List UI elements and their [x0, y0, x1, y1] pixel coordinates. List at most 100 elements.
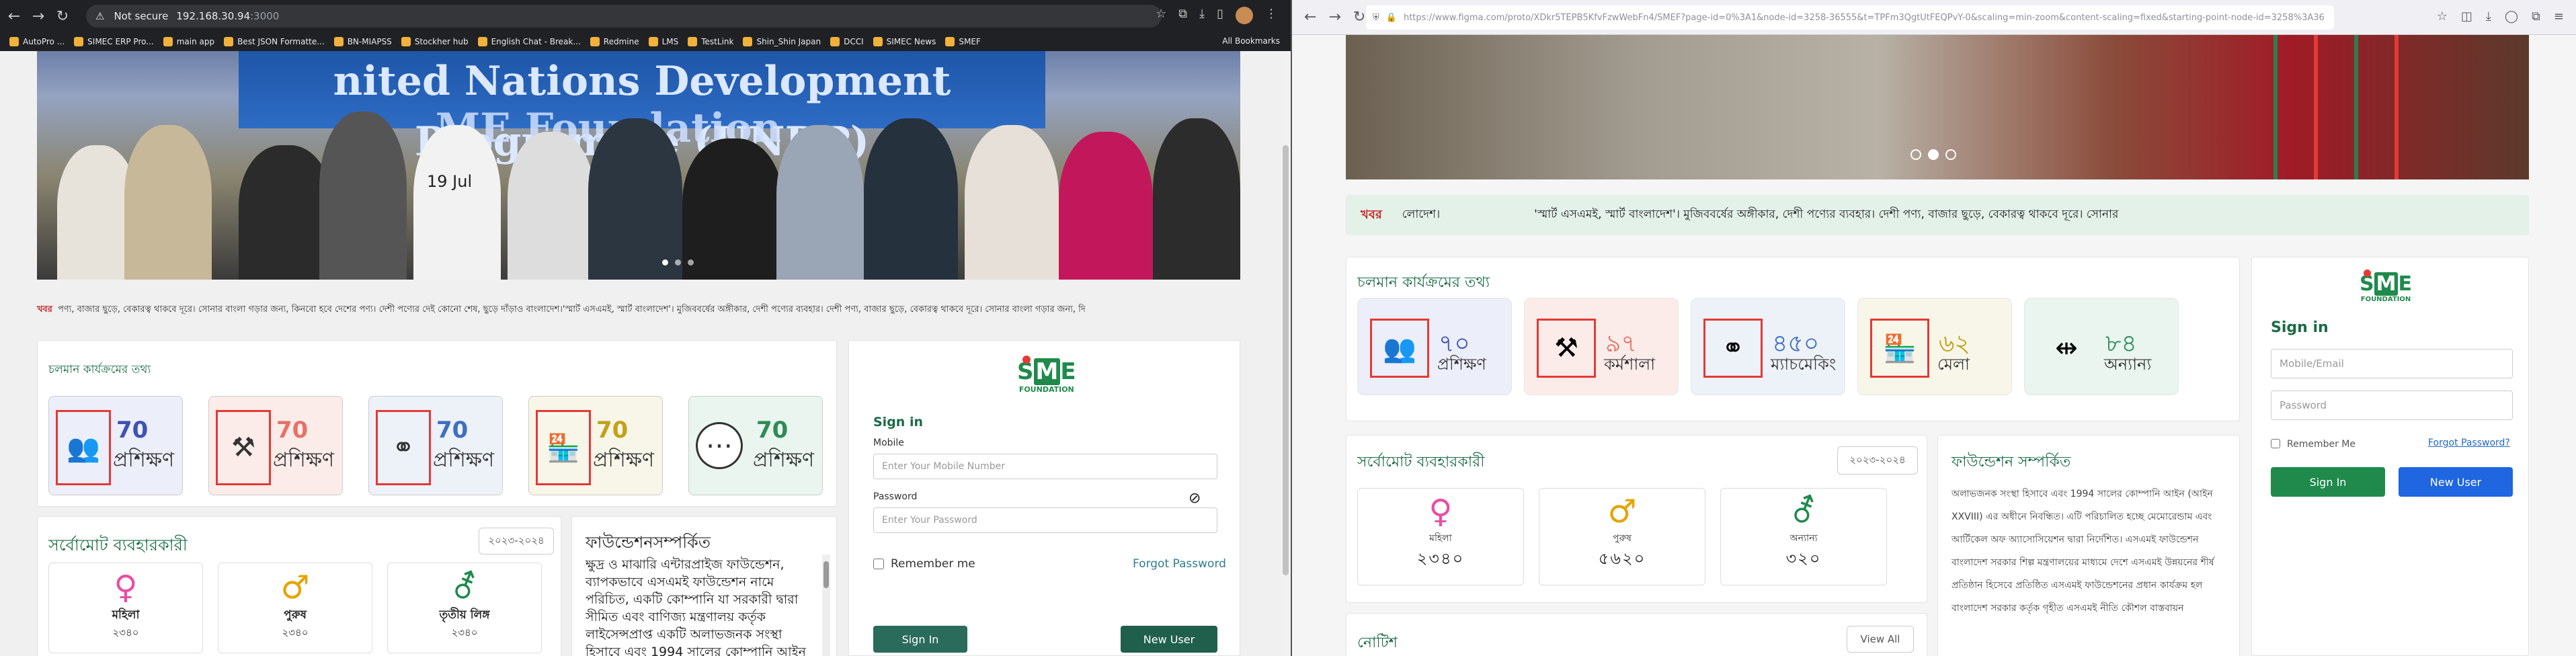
eye-off-icon[interactable]: ⊘ [1189, 490, 1201, 507]
back-icon[interactable]: ← [1304, 9, 1316, 26]
menu-icon[interactable]: ⋮ [1265, 7, 1277, 24]
bookmark-item[interactable]: English Chat - Break... [477, 37, 581, 46]
activity-card[interactable]: 👥 ৭০ প্রশিক্ষণ [1357, 298, 1512, 395]
activity-card[interactable]: ⋯ 70 প্রশিক্ষণ [688, 396, 823, 495]
bookmark-item[interactable]: DCCI [830, 37, 864, 46]
slider-dot[interactable] [675, 259, 681, 265]
mobile-input[interactable]: Enter Your Mobile Number [873, 454, 1217, 479]
activity-label: মেলা [1937, 355, 1970, 374]
reload-icon[interactable]: ↻ [52, 6, 73, 26]
year-select[interactable]: ২০২৩-২০২৪ [1837, 446, 1918, 475]
address-bar[interactable]: ⛨ 🔒 https://www.figma.com/proto/XDkr5TEP… [1366, 5, 2334, 30]
url-text[interactable]: 192.168.30.94:3000 [176, 10, 279, 22]
activity-card[interactable]: 🏪 70 প্রশিক্ষণ [528, 396, 663, 495]
remember-label[interactable]: Remember Me [2287, 439, 2356, 450]
foundation-title: ফাউন্ডেশন সম্পর্কিত [1951, 454, 2071, 470]
url-text[interactable]: https://www.figma.com/proto/XDkr5TEPB5Kf… [1404, 13, 2325, 23]
lock-icon[interactable]: 🔒 [1386, 13, 1397, 23]
slider-dot[interactable] [688, 259, 694, 265]
activities-title: চলমান কার্যক্রমের তথ্য [1357, 274, 1490, 291]
all-bookmarks[interactable]: All Bookmarks [1222, 36, 1280, 46]
forward-icon[interactable]: → [1328, 9, 1340, 26]
signin-button[interactable]: Sign In [873, 626, 967, 653]
slider-dot[interactable] [662, 259, 668, 265]
reload-icon[interactable]: ↻ [1353, 9, 1365, 26]
profile-avatar[interactable] [1236, 7, 1253, 24]
slider-dot[interactable] [1910, 149, 1921, 160]
shield-icon[interactable]: ⛨ [1373, 13, 1379, 23]
remember-checkbox[interactable] [2271, 439, 2280, 448]
warning-icon[interactable]: ⚠ [95, 10, 104, 22]
signin-title: Sign in [873, 415, 923, 429]
password-input[interactable]: Password [2271, 391, 2513, 420]
bookmark-item[interactable]: Redmine [590, 37, 639, 46]
folder-icon [74, 37, 84, 46]
star-icon[interactable]: ☆ [1156, 7, 1166, 24]
signin-button[interactable]: Sign In [2271, 467, 2385, 497]
photo-person [776, 125, 864, 280]
not-secure-label[interactable]: Not secure [114, 10, 168, 22]
mobile-input[interactable]: Mobile/Email [2271, 349, 2513, 378]
slider-dot[interactable] [1945, 149, 1956, 160]
bookmark-item[interactable]: AutoPro ... [9, 37, 65, 46]
back-icon[interactable]: ← [4, 6, 24, 26]
activity-count: 70 [596, 417, 629, 444]
activity-label: প্রশিক্ষণ [433, 448, 495, 472]
activity-count: 70 [116, 417, 149, 444]
user-stat-card: ⚦ অন্যান্য ৩২০ [1720, 488, 1887, 585]
workshop-icon: ⚒ [1537, 319, 1596, 378]
activities-panel: চলমান কার্যক্রমের তথ্য 👥 70 প্রশিক্ষণ ⚒ 70 প্… [37, 340, 837, 507]
bookmark-item[interactable]: BN-MIAPSS [333, 37, 392, 46]
logo-dot [2364, 270, 2371, 277]
bookmark-item[interactable]: Stockher hub [401, 37, 469, 46]
activity-card[interactable]: ⇹ ৮৪ অন্যান্য [2024, 298, 2179, 395]
star-icon[interactable]: ☆ [2437, 9, 2448, 24]
extensions-icon[interactable]: ⧉ [2532, 9, 2540, 24]
arrows-split-icon: ⇹ [2055, 333, 2078, 364]
user-stat-label: মহিলা [1429, 533, 1452, 544]
sme-home-page: nited Nations Development Programme (UND… [0, 51, 1281, 656]
bookmark-item[interactable]: SIMEC News [873, 37, 936, 46]
forward-icon[interactable]: → [28, 6, 48, 26]
new-user-button[interactable]: New User [1121, 626, 1217, 653]
download-icon[interactable]: ⤓ [1199, 7, 1205, 24]
slider-dot[interactable] [1928, 149, 1939, 160]
bookmark-item[interactable]: Best JSON Formatte... [224, 37, 325, 46]
pocket-icon[interactable]: ◫ [2461, 9, 2472, 24]
account-icon[interactable]: ◯ [2505, 9, 2518, 24]
news-text: পণ্য, বাজার ছুড়ে, বেকারত্ব থাকবে দূরে। … [57, 304, 1086, 315]
bookmark-item[interactable]: TestLink [688, 37, 733, 46]
menu-icon[interactable]: ≡ [2554, 9, 2564, 24]
activity-card[interactable]: ⚭ 70 প্রশিক্ষণ [368, 396, 503, 495]
password-input[interactable]: Enter Your Password [873, 507, 1217, 533]
forgot-password-link[interactable]: Forgot Password? [2428, 438, 2510, 448]
remember-label[interactable]: Remember me [891, 557, 975, 571]
address-bar[interactable]: ⚠ Not secure 192.168.30.94:3000 [86, 5, 1162, 28]
browser-actions: ☆ ◫ ⤓ ◯ ⧉ ≡ [2437, 9, 2564, 24]
bookmark-item[interactable]: SIMEC ERP Pro... [74, 37, 154, 46]
activity-card[interactable]: ⚭ ৪৫০ ম্যাচমেকিং [1691, 298, 1845, 395]
activity-card[interactable]: ⚒ ৯৭ কর্মশালা [1524, 298, 1679, 395]
extensions-icon[interactable]: ⧉ [1178, 7, 1187, 24]
user-stat-value: ৫৬২০ [1598, 549, 1646, 568]
year-select[interactable]: ২০২৩-২০২৪ [479, 528, 554, 555]
forgot-password-link[interactable]: Forgot Password [1133, 557, 1226, 571]
foundation-scrollbar[interactable] [822, 555, 830, 656]
activity-card[interactable]: 🏪 ৬২ মেলা [1857, 298, 2012, 395]
activity-label: প্রশিক্ষণ [273, 448, 335, 472]
sidepanel-icon[interactable]: ▯ [1217, 7, 1223, 24]
activity-card[interactable]: 👥 70 প্রশিক্ষণ [48, 396, 183, 495]
new-user-button[interactable]: New User [2399, 467, 2513, 497]
activity-card[interactable]: ⚒ 70 প্রশিক্ষণ [208, 396, 343, 495]
bookmark-item[interactable]: Shin_Shin Japan [743, 37, 821, 46]
remember-checkbox[interactable] [873, 559, 884, 569]
users-panel: সর্বোমোট ব্যবহারকারী ২০২৩-২০২৪ ♀ মহিলা ২৩৪… [1346, 435, 1927, 603]
activity-label: প্রশিক্ষণ [113, 448, 175, 472]
bookmark-item[interactable]: SMEF [945, 37, 981, 46]
view-all-button[interactable]: View All [1847, 626, 1914, 653]
photo-person [239, 145, 333, 280]
bookmark-item[interactable]: LMS [648, 37, 678, 46]
page-scrollbar[interactable] [1281, 51, 1291, 656]
download-icon[interactable]: ⤓ [2486, 9, 2491, 24]
bookmark-item[interactable]: main app [163, 37, 214, 46]
